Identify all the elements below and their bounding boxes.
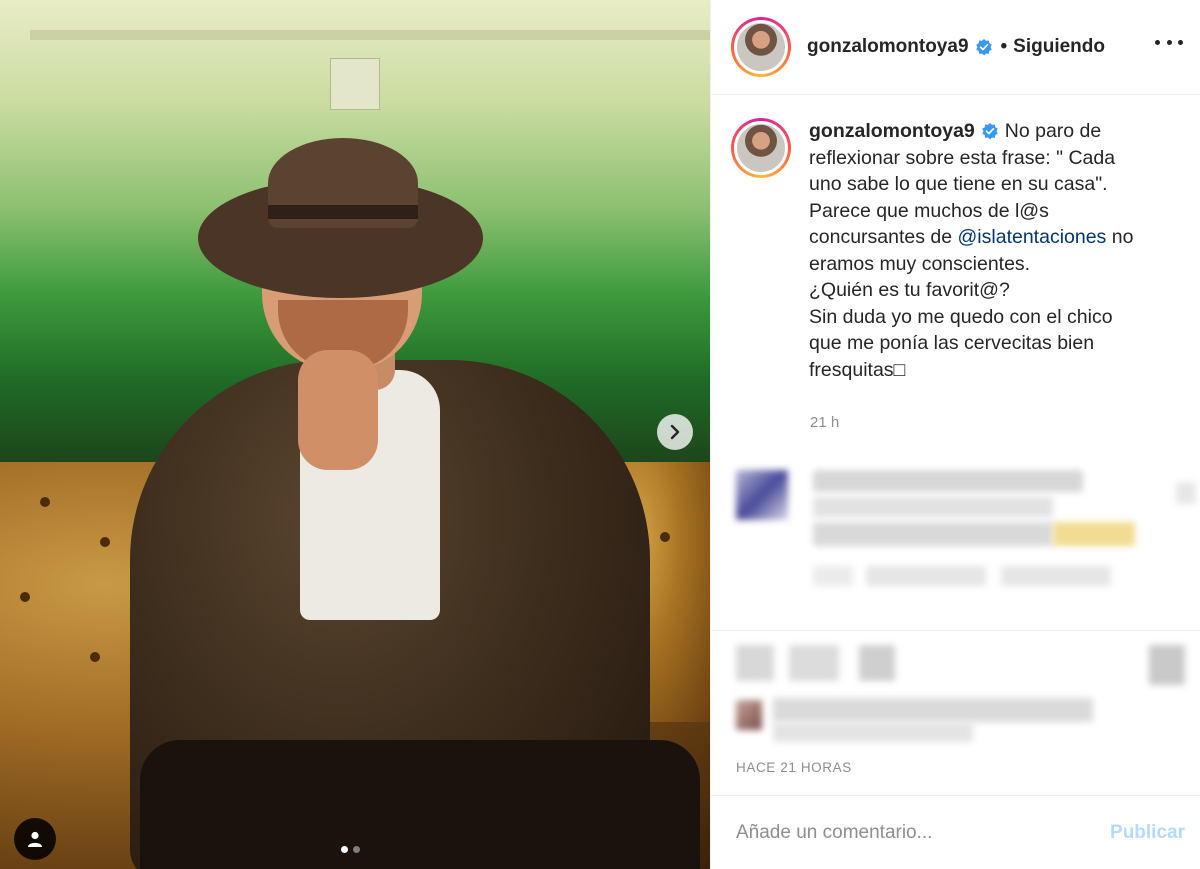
- caption-line: no: [1106, 226, 1134, 248]
- more-options-icon[interactable]: [1155, 30, 1183, 54]
- caption-line: concursantes de: [809, 226, 958, 248]
- carousel-next-button[interactable]: [657, 414, 693, 450]
- divider: [711, 630, 1200, 631]
- comment-form: Publicar: [711, 795, 1200, 869]
- post-photo[interactable]: [0, 0, 710, 869]
- wall-switch: [330, 58, 380, 110]
- caption-username-link[interactable]: gonzalomontoya9: [809, 120, 975, 142]
- caption-line: fresquitas□: [809, 358, 906, 381]
- caption-line: uno sabe lo que tiene en su casa".: [809, 173, 1108, 195]
- post-caption: gonzalomontoya9 No paro de reflexionar s…: [731, 118, 1191, 383]
- post-side-panel: gonzalomontoya9 • Siguiendo gonzalomonto…: [710, 0, 1200, 869]
- caption-line: ¿Quién es tu favorit@?: [809, 279, 1010, 301]
- caption-avatar[interactable]: [731, 118, 791, 178]
- hat-band: [268, 205, 418, 219]
- post-timestamp: HACE 21 HORAS: [736, 760, 852, 775]
- publish-button[interactable]: Publicar: [1110, 822, 1185, 844]
- wall-rail: [30, 30, 710, 40]
- caption-line: eramos muy conscientes.: [809, 252, 1031, 275]
- carousel-dot: [353, 846, 360, 853]
- caption-age: 21 h: [810, 414, 840, 431]
- carousel-indicator: [341, 846, 360, 853]
- carousel-dot-active: [341, 846, 348, 853]
- caption-line: Sin duda yo me quedo con el chico: [809, 305, 1113, 328]
- mention-link[interactable]: @islatentaciones: [958, 226, 1107, 248]
- header-separator: •: [1000, 36, 1008, 57]
- chevron-right-icon: [670, 424, 680, 440]
- username-link[interactable]: gonzalomontoya9: [807, 36, 969, 58]
- user-tags-button[interactable]: [14, 818, 56, 860]
- legs: [140, 740, 700, 869]
- caption-line: reflexionar sobre esta frase: " Cada: [809, 146, 1116, 169]
- user-tag-icon: [28, 831, 42, 847]
- verified-badge-icon: [982, 122, 998, 140]
- caption-text: gonzalomontoya9 No paro de reflexionar s…: [809, 118, 1184, 383]
- comment-input[interactable]: [736, 821, 1111, 844]
- post-header: gonzalomontoya9 • Siguiendo: [711, 0, 1200, 95]
- avatar[interactable]: [731, 17, 791, 77]
- following-button[interactable]: Siguiendo: [1013, 36, 1105, 58]
- caption-line: Parece que muchos de l@s: [809, 199, 1049, 222]
- caption-line: que me ponía las cervecitas bien: [809, 332, 1095, 354]
- hand: [298, 350, 378, 470]
- caption-line: No paro de: [1004, 120, 1102, 142]
- verified-badge-icon: [975, 38, 992, 56]
